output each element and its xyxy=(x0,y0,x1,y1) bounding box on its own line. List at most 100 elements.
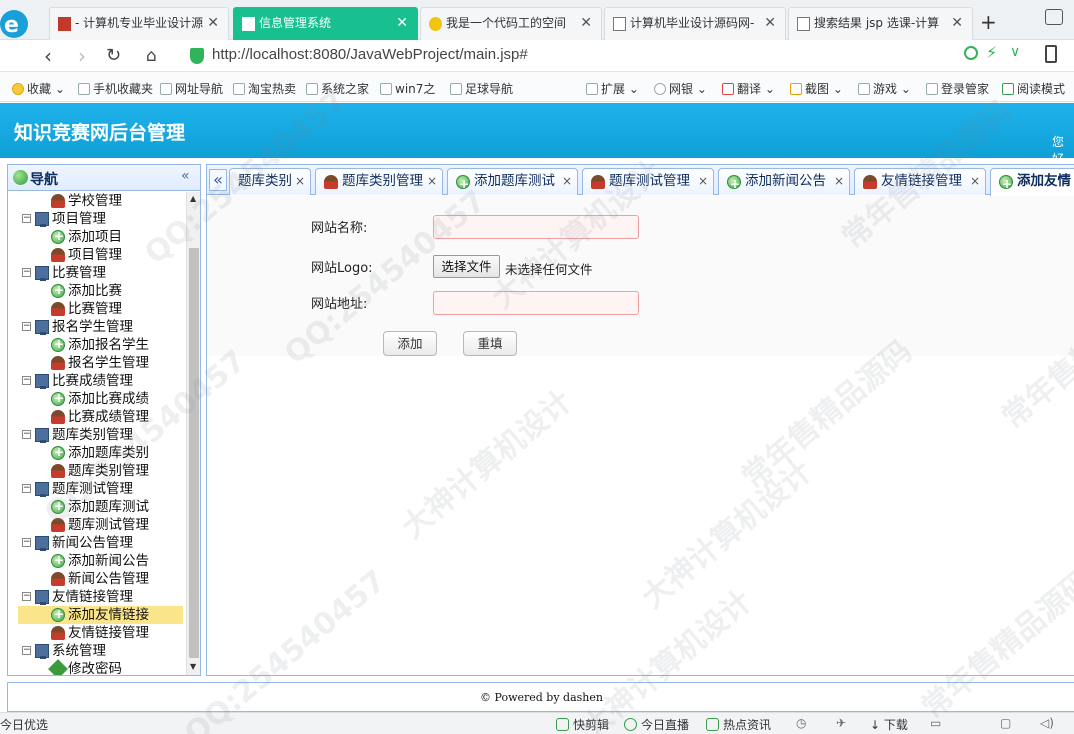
tool-extend[interactable]: 扩展 ⌄ xyxy=(586,80,639,97)
computer-icon xyxy=(35,212,49,227)
scissors-icon xyxy=(790,83,802,95)
page-icon xyxy=(306,83,318,95)
bookmark-win7[interactable]: win7之 xyxy=(380,80,435,97)
tree-toggle-icon[interactable]: − xyxy=(22,268,31,277)
dropdown-icon[interactable]: ∨ xyxy=(1010,44,1020,60)
powered-by-text: © Powered by dashen xyxy=(480,691,603,704)
site-url-input[interactable] xyxy=(433,291,639,315)
content-tab[interactable]: 添加友情 xyxy=(990,168,1074,196)
status-window-icon[interactable]: ▢ xyxy=(1000,716,1011,730)
close-tab-icon[interactable]: × xyxy=(295,169,305,194)
status-left-text[interactable]: 今日优选 xyxy=(0,716,48,733)
close-tab-icon[interactable]: ✕ xyxy=(764,8,776,39)
status-pin-icon[interactable]: ✈ xyxy=(836,716,846,730)
nav-scrollbar[interactable]: ▲ ▼ xyxy=(186,192,200,675)
star-icon xyxy=(429,17,442,31)
bookmark-taobao[interactable]: 淘宝热卖 xyxy=(233,80,296,97)
close-tab-icon[interactable]: ✕ xyxy=(396,8,408,39)
bookmark-nav[interactable]: 网址导航 xyxy=(160,80,223,97)
user-icon xyxy=(51,626,65,640)
scroll-thumb[interactable] xyxy=(189,248,199,658)
add-link-form: 网站名称: 网站Logo: 选择文件 未选择任何文件 网站地址: 添加 重填 xyxy=(207,196,1074,356)
choose-file-button[interactable]: 选择文件 xyxy=(433,255,500,278)
status-download[interactable]: ↓ 下载 xyxy=(870,716,908,733)
close-tab-icon[interactable]: ✕ xyxy=(207,8,219,39)
browser-tab-1[interactable]: - 计算机专业毕业设计源 ✕ xyxy=(49,7,229,40)
content-tab[interactable]: 友情链接管理 × xyxy=(854,168,986,195)
content-tab[interactable]: 添加题库测试 × xyxy=(447,168,578,195)
browser-status-bar: 今日优选 快剪辑 今日直播 热点资讯 ◷ ✈ ↓ 下载 ▭ ▢ ◁) xyxy=(0,712,1074,734)
forward-button[interactable]: › xyxy=(78,44,86,68)
back-button[interactable]: ‹ xyxy=(44,44,52,68)
nav-item-label: 题库测试管理 xyxy=(68,517,149,533)
add-button[interactable]: 添加 xyxy=(383,331,437,356)
add-icon xyxy=(999,172,1013,196)
user-icon xyxy=(863,175,877,189)
tool-games[interactable]: 游戏 ⌄ xyxy=(858,80,911,97)
close-tab-icon[interactable]: × xyxy=(970,169,980,194)
status-accelerate-icon[interactable]: ◷ xyxy=(796,716,806,730)
nav-item-label: 报名学生管理 xyxy=(68,355,149,371)
status-quick-edit[interactable]: 快剪辑 xyxy=(556,716,609,733)
bookmark-mobile[interactable]: 手机收藏夹 xyxy=(78,80,153,97)
tree-toggle-icon[interactable]: − xyxy=(22,484,31,493)
tool-reading-mode[interactable]: 阅读模式 xyxy=(1002,80,1065,97)
browser-tab-2-active[interactable]: 信息管理系统 ✕ xyxy=(233,7,418,40)
content-tab[interactable]: 题库类别 × xyxy=(229,168,311,195)
url-field[interactable]: http://localhost:8080/JavaWebProject/mai… xyxy=(186,43,1036,69)
close-tab-icon[interactable]: ✕ xyxy=(951,8,963,39)
tree-toggle-icon[interactable]: − xyxy=(22,322,31,331)
volume-icon[interactable]: ◁) xyxy=(1040,716,1054,730)
tree-toggle-icon[interactable]: − xyxy=(22,538,31,547)
status-item-label: 今日直播 xyxy=(641,718,690,732)
status-live[interactable]: 今日直播 xyxy=(624,716,689,733)
bookmark-football[interactable]: 足球导航 xyxy=(450,80,513,97)
reset-button[interactable]: 重填 xyxy=(463,331,517,356)
star-icon xyxy=(12,83,24,95)
tree-toggle-icon[interactable]: − xyxy=(22,376,31,385)
browser-menu-icon[interactable] xyxy=(1045,9,1063,25)
site-name-input[interactable] xyxy=(433,215,639,239)
tool-login-manager[interactable]: 登录管家 xyxy=(926,80,989,97)
close-tab-icon[interactable]: × xyxy=(834,169,844,194)
add-icon xyxy=(727,172,741,195)
home-icon[interactable]: ⌂ xyxy=(146,46,157,66)
plugin-icon[interactable] xyxy=(964,46,978,60)
scroll-down-icon[interactable]: ▼ xyxy=(190,662,196,671)
bookmark-xitong[interactable]: 系统之家 xyxy=(306,80,369,97)
nav-item-label: 友情链接管理 xyxy=(52,589,133,605)
nav-item-label: 报名学生管理 xyxy=(52,319,133,335)
content-tab-label: 友情链接管理 xyxy=(881,173,962,189)
content-tab[interactable]: 题库类别管理 × xyxy=(315,168,443,195)
status-comment-icon[interactable]: ▭ xyxy=(930,716,941,730)
status-news[interactable]: 热点资讯 xyxy=(706,716,771,733)
user-icon xyxy=(51,356,65,370)
phone-icon[interactable] xyxy=(1045,45,1057,63)
browser-tab-4[interactable]: 计算机毕业设计源码网- ✕ xyxy=(604,7,786,40)
close-tab-icon[interactable]: × xyxy=(698,169,708,194)
tree-toggle-icon[interactable]: − xyxy=(22,430,31,439)
refresh-icon[interactable]: ↻ xyxy=(106,45,121,66)
lightning-icon[interactable]: ⚡ xyxy=(986,43,997,62)
tree-toggle-icon[interactable]: − xyxy=(22,646,31,655)
browser-tab-5[interactable]: 搜索结果 jsp 选课-计算 ✕ xyxy=(788,7,973,40)
close-tab-icon[interactable]: ✕ xyxy=(580,8,592,39)
close-tab-icon[interactable]: × xyxy=(427,169,437,194)
content-tab[interactable]: 添加新闻公告 × xyxy=(718,168,850,195)
tab-scroll-left-button[interactable]: « xyxy=(209,169,227,191)
content-tab[interactable]: 题库测试管理 × xyxy=(582,168,714,195)
scroll-up-icon[interactable]: ▲ xyxy=(190,194,196,203)
tool-screenshot[interactable]: 截图 ⌄ xyxy=(790,80,843,97)
new-tab-button[interactable]: + xyxy=(980,10,997,34)
close-tab-icon[interactable]: × xyxy=(562,169,572,194)
collapse-nav-button[interactable]: « xyxy=(181,168,190,184)
bookmark-favorites[interactable]: 收藏 ⌄ xyxy=(12,80,65,97)
add-icon xyxy=(51,497,65,515)
tool-bank[interactable]: 网银 ⌄ xyxy=(654,80,707,97)
tree-toggle-icon[interactable]: − xyxy=(22,592,31,601)
nav-item-label: 题库类别管理 xyxy=(68,463,149,479)
tool-translate[interactable]: 翻译 ⌄ xyxy=(722,80,775,97)
content-tab-label: 添加题库测试 xyxy=(474,173,555,189)
browser-tab-3[interactable]: 我是一个代码工的空间 ✕ xyxy=(420,7,602,40)
tree-toggle-icon[interactable]: − xyxy=(22,214,31,223)
